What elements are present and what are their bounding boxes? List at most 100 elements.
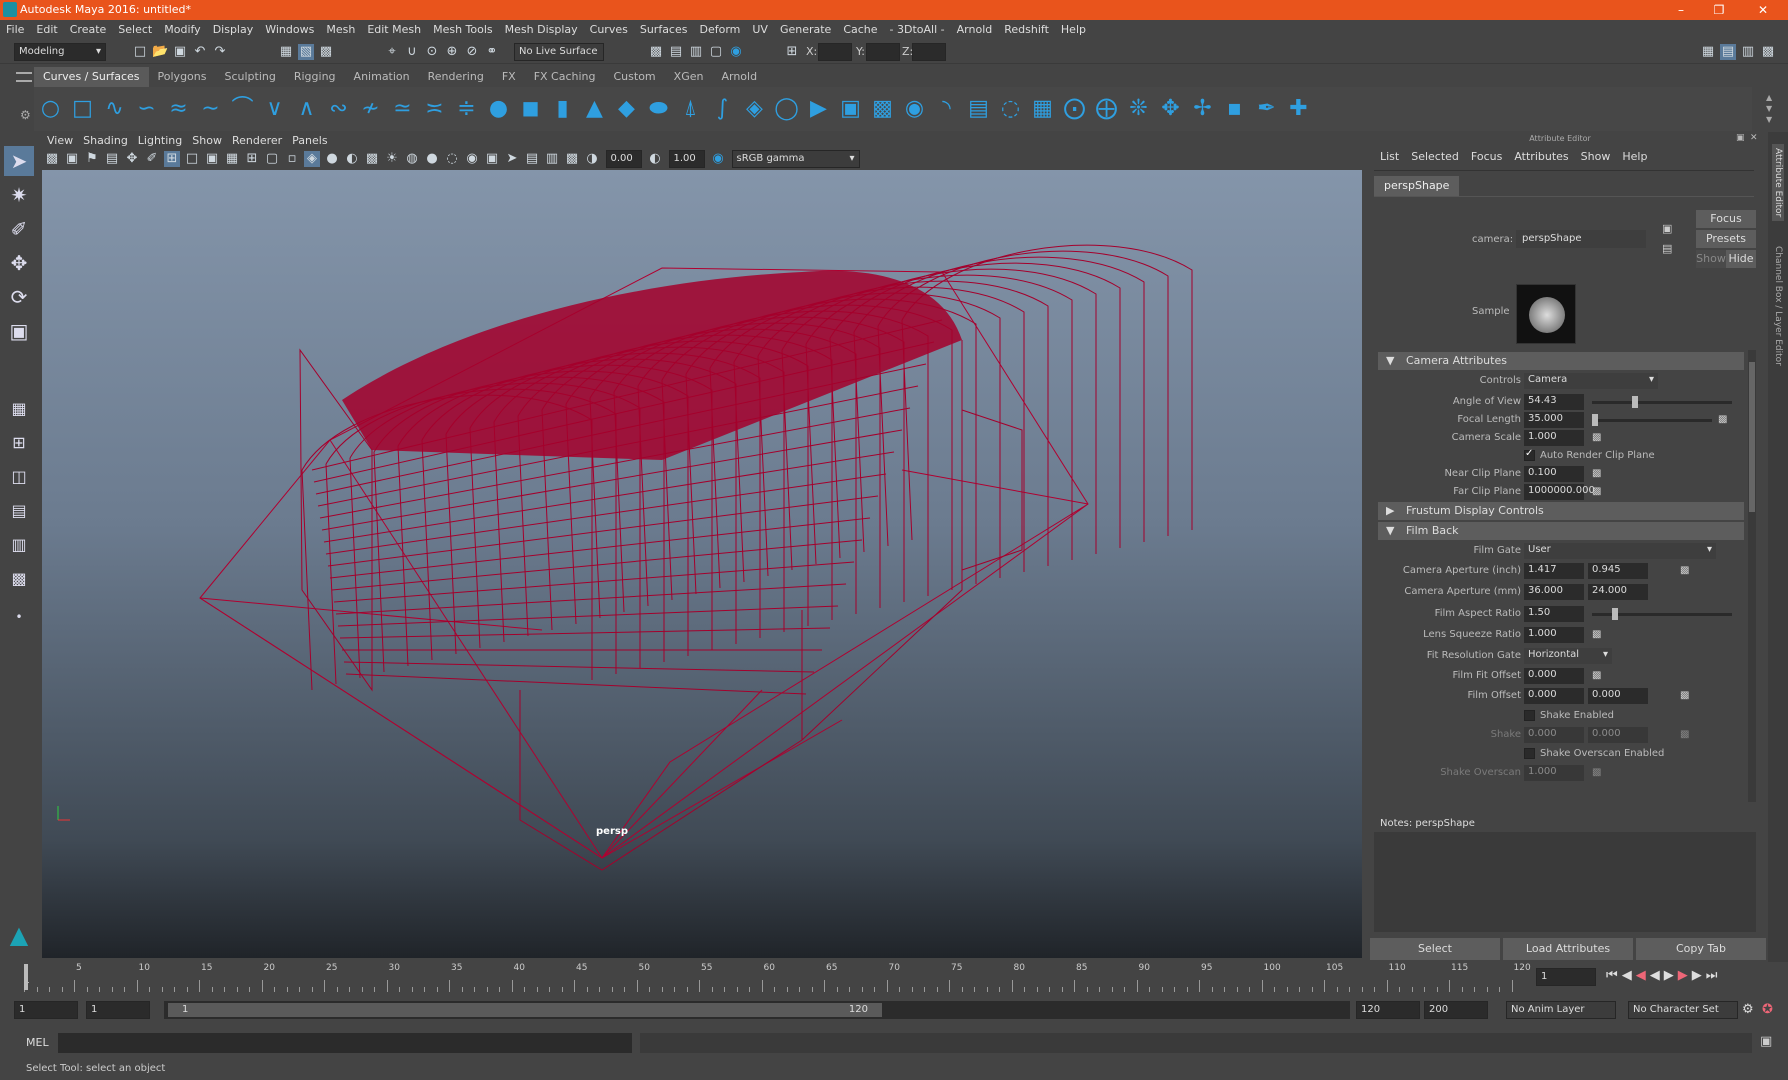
snap-point-icon[interactable]: ⊙ [424,44,440,60]
insert-isoparm-icon[interactable]: ✥ [1157,94,1184,124]
xray-icon[interactable]: ▤ [524,151,540,167]
aperture-inch-v-field[interactable]: 0.945 [1588,563,1648,579]
lasso-tool-icon[interactable]: ✷ [4,180,34,210]
menu-redshift[interactable]: Redshift [998,20,1055,40]
angle-of-view-field[interactable]: 54.43 [1524,394,1584,410]
safe-title-icon[interactable]: ▫ [284,151,300,167]
menu-modify[interactable]: Modify [158,20,206,40]
add-points-icon[interactable]: ≑ [453,94,480,124]
undo-icon[interactable]: ↶ [192,44,208,60]
shake-y-field[interactable]: 0.000 [1588,727,1648,743]
current-frame-field[interactable]: 1 [1536,968,1596,986]
extend-curve-icon[interactable]: ≁ [357,94,384,124]
show-button[interactable]: Show [1696,250,1726,268]
aperture-inch-h-field[interactable]: 1.417 [1524,563,1584,579]
viewport-persp[interactable]: persp [42,170,1362,958]
vp-menu-shading[interactable]: Shading [78,132,133,150]
playback-start-field[interactable]: 1 [86,1001,150,1019]
menu-curves[interactable]: Curves [584,20,634,40]
menu-cache[interactable]: Cache [837,20,883,40]
slider-handle[interactable] [1632,396,1638,408]
section-film-back[interactable]: ▼ Film Back [1378,522,1744,540]
slider-handle[interactable] [1612,608,1618,620]
shake-enabled-checkbox[interactable] [1524,710,1535,721]
near-clip-field[interactable]: 0.100 [1524,466,1584,482]
menu-mesh-display[interactable]: Mesh Display [499,20,584,40]
xform-mode-icon[interactable]: ⊞ [784,44,800,60]
four-view-icon[interactable]: ⊞ [4,428,34,458]
attach-curves-icon[interactable]: ∨ [261,94,288,124]
slider-handle[interactable] [1592,414,1598,426]
attr-menu-attributes[interactable]: Attributes [1508,150,1574,163]
go-start-icon[interactable]: ⏮ [1606,968,1622,983]
map-button-icon[interactable]: ▩ [1592,468,1601,479]
safe-action-icon[interactable]: ▢ [264,151,280,167]
lens-squeeze-field[interactable]: 1.000 [1524,627,1584,643]
camera-select-icon[interactable]: ▩ [44,151,60,167]
map-button-icon[interactable]: ▩ [1680,690,1689,701]
vp-menu-show[interactable]: Show [187,132,227,150]
attr-menu-selected[interactable]: Selected [1405,150,1465,163]
revolve-icon[interactable]: ⍋ [677,94,704,124]
step-back-key-icon[interactable]: ◀ [1636,968,1650,983]
play-back-icon[interactable]: ◀ [1650,968,1664,983]
film-offset-y-field[interactable]: 0.000 [1588,688,1648,704]
xray-joints-icon[interactable]: ▥ [544,151,560,167]
menu-arnold[interactable]: Arnold [951,20,999,40]
bookmark-icon[interactable]: ⚑ [84,151,100,167]
xray-components-icon[interactable]: ▩ [564,151,580,167]
untrim-icon[interactable]: ▦ [1029,94,1056,124]
select-object-icon[interactable]: ▧ [298,44,314,60]
channel-box-icon[interactable]: ▩ [1760,44,1776,60]
focus-button[interactable]: Focus [1696,210,1756,228]
motion-blur-icon[interactable]: ◌ [444,151,460,167]
nurbs-cube-icon[interactable]: ◼ [517,94,544,124]
exposure-field[interactable]: 0.00 [605,150,642,168]
aspect-ratio-field[interactable]: 1.50 [1524,606,1584,622]
presets-button[interactable]: Presets [1696,230,1756,248]
notes-textarea[interactable] [1374,832,1756,932]
paint-select-icon[interactable]: ✐ [4,214,34,244]
menu-select[interactable]: Select [112,20,158,40]
shelf-tab-rigging[interactable]: Rigging [285,67,345,87]
current-time-marker[interactable] [24,964,28,990]
far-clip-field[interactable]: 1000000.000 [1524,484,1595,500]
layout-outliner-icon[interactable]: ▥ [4,530,34,560]
gamma-icon[interactable]: ◐ [647,151,663,167]
hide-button[interactable]: Hide [1726,250,1756,268]
map-button-icon[interactable]: ▩ [1718,414,1727,425]
ipr-render-icon[interactable]: ▥ [688,44,704,60]
film-gate-icon[interactable]: □ [184,151,200,167]
shelf-tab-xgen[interactable]: XGen [665,67,713,87]
loft-icon[interactable]: ∫ [709,94,736,124]
snap-view-icon[interactable]: ⊘ [464,44,480,60]
vp-menu-view[interactable]: View [42,132,78,150]
shelf-tab-fx-caching[interactable]: FX Caching [525,67,605,87]
close-icon[interactable]: ✕ [1740,0,1786,20]
wireframe-on-shaded-icon[interactable]: ◐ [344,151,360,167]
time-ruler[interactable]: 5 10 15 20 25 30 35 40 45 50 55 60 65 70 75 80 85 90 95 100… [22,962,1531,992]
side-tab-attribute-editor[interactable]: Attribute Editor [1772,144,1784,222]
scrollbar-thumb[interactable] [1749,362,1755,512]
play-forward-icon[interactable]: ▶ [1664,968,1678,983]
anim-prefs-icon[interactable]: ✪ [1762,1002,1773,1017]
controls-dropdown[interactable]: Camera ▾ [1524,373,1658,389]
map-button-icon[interactable]: ▩ [1680,729,1689,740]
project-curve-icon[interactable]: ◝ [933,94,960,124]
vp-menu-renderer[interactable]: Renderer [227,132,287,150]
insert-knot-icon[interactable]: ∾ [325,94,352,124]
fit-gate-dropdown[interactable]: Horizontal ▾ [1524,648,1612,664]
rebuild-curve-icon[interactable]: ≍ [421,94,448,124]
focal-length-field[interactable]: 35.000 [1524,412,1584,428]
bevel-plus-icon[interactable]: ◉ [901,94,928,124]
float-panel-icon[interactable]: ▣ [1736,133,1745,143]
menu-generate[interactable]: Generate [774,20,837,40]
ambient-occlusion-icon[interactable]: ● [424,151,440,167]
offset-curve-icon[interactable]: ≃ [389,94,416,124]
map-button-icon[interactable]: ▩ [1592,767,1601,778]
nurbs-circle-icon[interactable]: ○ [37,94,64,124]
shake-overscan-checkbox[interactable] [1524,748,1535,759]
close-panel-icon[interactable]: ✕ [1750,133,1758,143]
bezier-curve-icon[interactable]: ≈ [165,94,192,124]
exposure-icon[interactable]: ◑ [584,151,600,167]
